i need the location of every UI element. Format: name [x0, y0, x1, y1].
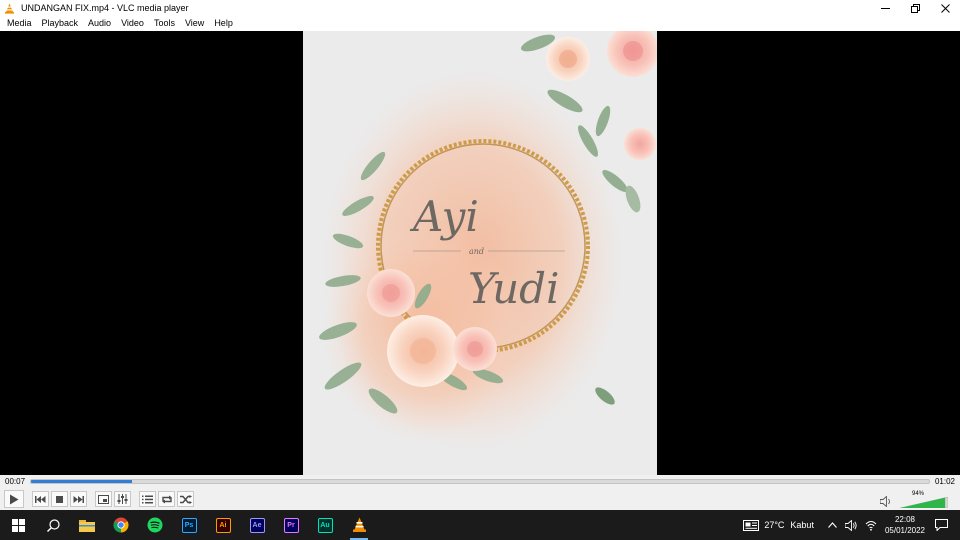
restore-button[interactable]	[900, 0, 930, 16]
illustrator-icon[interactable]: Ai	[206, 510, 240, 540]
speaker-icon[interactable]	[880, 496, 892, 507]
after-effects-label: Ae	[249, 517, 265, 533]
system-tray: 27°C Kabut 22:08 05/01/2022	[743, 510, 960, 540]
seek-progress	[31, 480, 133, 483]
network-tray-button[interactable]	[865, 520, 877, 531]
photoshop-icon[interactable]: Ps	[172, 510, 206, 540]
menu-view[interactable]: View	[180, 16, 209, 31]
loop-button[interactable]	[158, 491, 175, 507]
volume-control[interactable]: 94%	[880, 491, 950, 508]
audition-label: Au	[317, 517, 333, 533]
volume-slider[interactable]	[900, 497, 948, 508]
stop-icon	[56, 495, 63, 503]
chrome-icon[interactable]	[104, 510, 138, 540]
shuffle-button[interactable]	[177, 491, 194, 507]
menu-media[interactable]: Media	[2, 16, 37, 31]
playback-controls: 94%	[0, 488, 960, 510]
weather-temp: 27°C	[764, 520, 785, 530]
fullscreen-icon	[98, 494, 109, 504]
menu-bar: Media Playback Audio Video Tools View He…	[0, 16, 960, 31]
file-explorer-icon[interactable]	[70, 510, 104, 540]
elapsed-time: 00:07	[5, 477, 26, 486]
premiere-icon[interactable]: Pr	[274, 510, 308, 540]
wifi-icon	[865, 520, 877, 531]
menu-tools[interactable]: Tools	[149, 16, 180, 31]
total-time: 01:02	[934, 477, 955, 486]
menu-playback[interactable]: Playback	[37, 16, 84, 31]
clock-time: 22:08	[894, 515, 915, 524]
video-frame: Ayi and Yudi	[303, 31, 657, 475]
audition-icon[interactable]: Au	[308, 510, 342, 540]
windows-taskbar: Ps Ai Ae Pr Au 27°C Kabut 22:08 05/01/20…	[0, 510, 960, 540]
previous-button[interactable]	[32, 491, 49, 507]
extended-settings-button[interactable]	[114, 491, 131, 507]
fullscreen-button[interactable]	[95, 491, 112, 507]
weather-widget[interactable]: 27°C Kabut	[743, 519, 814, 531]
clock[interactable]: 22:08 05/01/2022	[885, 514, 925, 536]
playlist-button[interactable]	[139, 491, 156, 507]
playlist-icon	[142, 495, 153, 503]
title-bar: UNDANGAN FIX.mp4 - VLC media player	[0, 0, 960, 16]
start-button[interactable]	[0, 510, 36, 540]
search-button[interactable]	[36, 510, 70, 540]
rose-top-3	[624, 128, 656, 160]
menu-audio[interactable]: Audio	[83, 16, 116, 31]
window-title: UNDANGAN FIX.mp4 - VLC media player	[21, 3, 189, 13]
next-icon	[73, 495, 84, 503]
after-effects-icon[interactable]: Ae	[240, 510, 274, 540]
menu-video[interactable]: Video	[116, 16, 149, 31]
chevron-up-icon	[828, 522, 837, 528]
windows-logo-icon	[11, 518, 25, 532]
show-hidden-icons-button[interactable]	[828, 522, 837, 528]
play-icon	[10, 494, 19, 504]
loop-icon	[161, 495, 172, 503]
photoshop-label: Ps	[181, 517, 197, 533]
invitation-artwork: Ayi and Yudi	[303, 31, 657, 475]
clock-date: 05/01/2022	[884, 526, 925, 535]
volume-tray-button[interactable]	[844, 519, 857, 531]
notifications-button[interactable]	[935, 519, 948, 531]
seek-row: 00:07 01:02	[0, 475, 960, 488]
close-button[interactable]	[930, 0, 960, 16]
window-controls	[870, 0, 960, 16]
play-button[interactable]	[4, 490, 24, 508]
video-area[interactable]: Ayi and Yudi	[0, 31, 960, 475]
next-button[interactable]	[70, 491, 87, 507]
name-and: and	[469, 247, 484, 256]
name-first: Ayi	[409, 192, 479, 241]
seek-bar[interactable]	[30, 479, 930, 484]
shuffle-icon	[179, 494, 192, 504]
weather-condition: Kabut	[790, 520, 814, 530]
notification-icon	[935, 519, 948, 531]
search-icon	[46, 518, 60, 532]
vlc-cone-icon	[4, 3, 15, 14]
vlc-icon[interactable]	[342, 510, 376, 540]
minimize-button[interactable]	[870, 0, 900, 16]
premiere-label: Pr	[283, 517, 299, 533]
news-icon	[743, 519, 760, 531]
illustrator-label: Ai	[215, 517, 231, 533]
equalizer-icon	[117, 494, 128, 504]
stop-button[interactable]	[51, 491, 68, 507]
spotify-icon[interactable]	[138, 510, 172, 540]
previous-icon	[35, 495, 46, 503]
volume-icon	[844, 519, 857, 531]
name-second: Yudi	[468, 264, 559, 313]
menu-help[interactable]: Help	[209, 16, 238, 31]
